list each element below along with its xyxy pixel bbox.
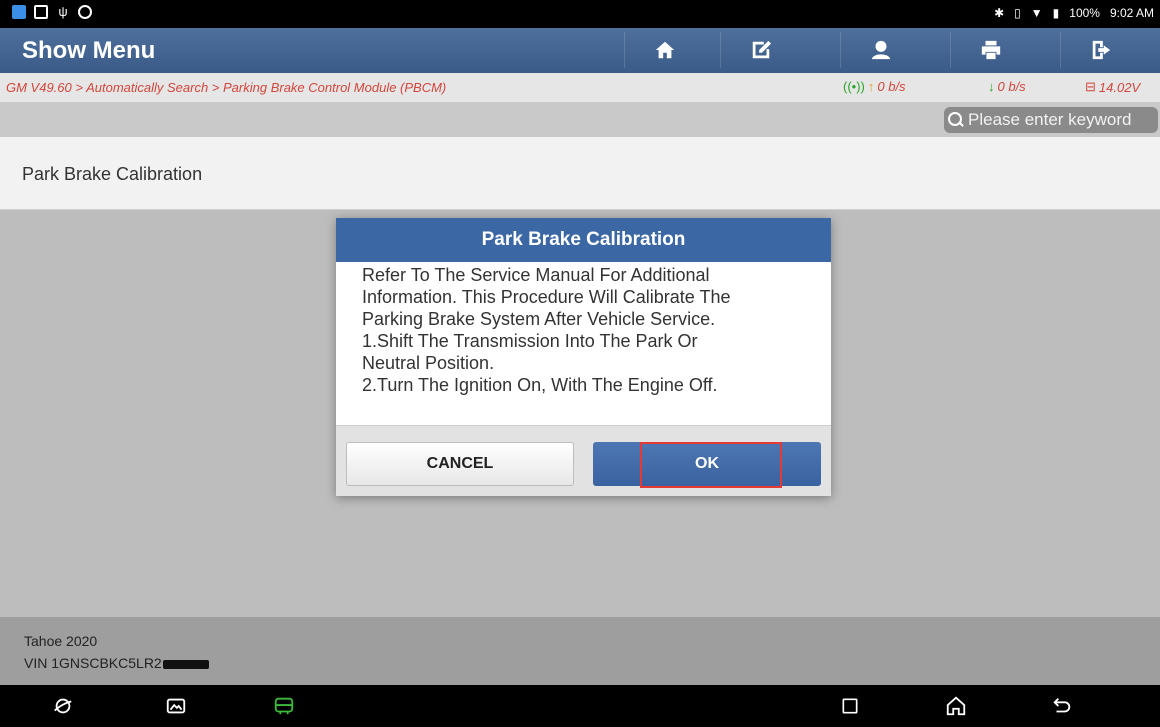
user-profile-icon (871, 40, 890, 60)
back-button[interactable] (1050, 694, 1074, 718)
download-rate: ↓ 0 b/s (988, 79, 1026, 94)
breadcrumb: GM V49.60 > Automatically Search > Parki… (6, 80, 447, 95)
image-notification-icon (34, 5, 48, 19)
system-status: ✱ ▯ ▼ ▮ 100% 9:02 AM (994, 6, 1154, 20)
vci-icon (274, 697, 294, 715)
recent-apps-button[interactable] (838, 694, 862, 718)
upload-arrow-icon: ↑ (867, 79, 875, 94)
home-icon (655, 41, 674, 59)
vehicle-info-footer: Tahoe 2020 VIN 1GNSCBKC5LR2 (0, 617, 1160, 685)
wifi-signal-icon: ((•)) (843, 79, 865, 94)
download-rate-value: 0 b/s (997, 79, 1026, 94)
navigation-bar (0, 685, 1160, 727)
status-bar: ψ ✱ ▯ ▼ ▮ 100% 9:02 AM (0, 0, 1160, 28)
home-outline-icon (946, 696, 966, 716)
cancel-button[interactable]: CANCEL (346, 442, 574, 486)
dialog-footer: CANCEL OK (336, 425, 831, 496)
print-icon (981, 40, 1000, 60)
search-row (0, 102, 1160, 137)
edit-report-icon (752, 40, 771, 59)
edit-report-button[interactable] (720, 32, 800, 68)
dialog-message: Refer To The Service Manual For Addition… (362, 265, 731, 395)
bluetooth-icon: ✱ (994, 6, 1005, 20)
vci-button[interactable] (272, 694, 296, 718)
square-icon (842, 698, 858, 714)
car-battery-icon: ⊟ (1085, 79, 1096, 94)
breadcrumb-bar: GM V49.60 > Automatically Search > Parki… (0, 73, 1160, 102)
print-button[interactable] (950, 32, 1030, 68)
exit-icon (1092, 40, 1110, 60)
battery-icon: ▮ (1052, 6, 1060, 20)
exit-button[interactable] (1060, 32, 1140, 68)
wifi-icon: ▼ (1030, 6, 1043, 20)
battery-level: 100% (1069, 6, 1100, 20)
vibrate-icon: ▯ (1014, 6, 1021, 20)
home-button[interactable] (624, 32, 704, 68)
app-header: Show Menu (0, 28, 1160, 73)
vehicle-model: Tahoe 2020 (24, 633, 98, 649)
planet-icon (54, 698, 72, 714)
user-profile-button[interactable] (840, 32, 920, 68)
app-notification-icon (12, 5, 26, 19)
upload-rate-value: 0 b/s (877, 79, 906, 94)
gallery-icon (166, 698, 186, 714)
back-arrow-icon (1053, 698, 1071, 713)
calibration-dialog: Park Brake Calibration Refer To The Serv… (336, 218, 831, 496)
notification-icons: ψ (12, 5, 92, 19)
vehicle-vin: VIN 1GNSCBKC5LR2 (24, 655, 209, 671)
page-title: Show Menu (22, 37, 156, 64)
home-nav-button[interactable] (944, 694, 968, 718)
dialog-title: Park Brake Calibration (336, 218, 831, 262)
browser-button[interactable] (51, 694, 75, 718)
search-input[interactable] (966, 109, 1156, 131)
gallery-button[interactable] (164, 694, 188, 718)
redacted-mark (162, 659, 209, 669)
upload-rate: ((•)) ↑ 0 b/s (843, 79, 906, 94)
vin-text: VIN 1GNSCBKC5LR2 (24, 655, 162, 671)
menu-item-park-brake-calibration[interactable]: Park Brake Calibration (0, 137, 1160, 210)
download-arrow-icon: ↓ (988, 79, 995, 94)
debug-icon (78, 5, 92, 19)
search-box[interactable] (944, 107, 1158, 133)
menu-item-label: Park Brake Calibration (22, 164, 203, 184)
battery-voltage: ⊟ 14.02V (1085, 79, 1140, 95)
ok-highlight-box (640, 442, 782, 488)
clock: 9:02 AM (1109, 6, 1154, 20)
usb-icon: ψ (58, 4, 68, 19)
voltage-value: 14.02V (1098, 79, 1141, 95)
search-icon (948, 112, 964, 128)
